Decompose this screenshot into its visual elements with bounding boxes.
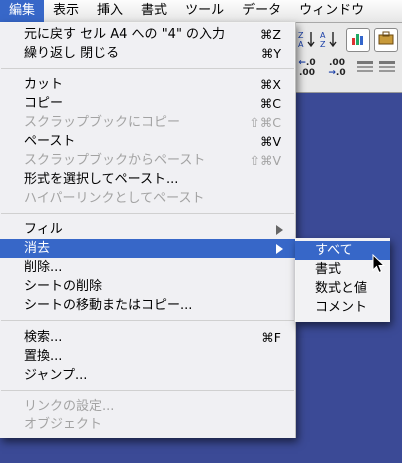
border-style-icon[interactable] [354, 58, 376, 80]
menu-item-move-copy-sheet[interactable]: シートの移動またはコピー... [0, 296, 295, 315]
menu-item-delete[interactable]: 削除... [0, 258, 295, 277]
decrease-decimal-icon[interactable]: .00 →.0 [326, 58, 348, 80]
svg-text:A: A [298, 40, 304, 49]
menu-item-links: リンクの設定... [0, 397, 295, 416]
menu-item-delete-sheet[interactable]: シートの削除 [0, 277, 295, 296]
sort-descending-icon[interactable]: ZA [296, 28, 318, 50]
menu-edit[interactable]: 編集 [0, 0, 45, 22]
toolbox-icon[interactable] [374, 28, 398, 52]
menu-item-paste-as-hyperlink: ハイパーリンクとしてペースト [0, 189, 295, 208]
menu-separator [1, 68, 294, 69]
menu-item-label: オブジェクト [24, 417, 103, 432]
increase-decimal-icon[interactable]: ←.0.00 [296, 58, 318, 80]
menu-item-label: ジャンプ... [24, 368, 88, 383]
toolbar-background: ZA AZ ←.0.00 .00 →.0 [294, 22, 402, 93]
submenu-arrow-icon [276, 244, 283, 254]
edit-menu-dropdown: 元に戻す セル A4 への "4" の入力 ⌘Z 繰り返し 閉じる ⌘Y カット… [0, 22, 296, 438]
menu-item-label: ハイパーリンクとしてペースト [24, 191, 205, 206]
menu-separator [1, 213, 294, 214]
shortcut-label: ⌘C [259, 96, 281, 111]
svg-text:Z: Z [320, 40, 326, 49]
menu-item-copy[interactable]: コピー ⌘C [0, 94, 295, 113]
menu-item-label: スクラップブックにコピー [24, 115, 181, 130]
menu-item-find[interactable]: 検索... ⌘F [0, 328, 295, 347]
menu-view[interactable]: 表示 [44, 0, 88, 22]
menu-separator [1, 390, 294, 391]
menu-window[interactable]: ウィンドウ [290, 0, 373, 22]
menu-item-label: フィル [24, 222, 63, 237]
menu-item-label: 形式を選択してペースト... [24, 172, 179, 187]
menu-item-label: 置換... [24, 349, 63, 364]
shortcut-label: ⇧⌘C [249, 115, 281, 130]
menu-item-label: シートの削除 [24, 279, 103, 294]
menu-item-copy-to-scrapbook: スクラップブックにコピー ⇧⌘C [0, 113, 295, 132]
fill-style-icon[interactable] [376, 58, 398, 80]
menu-format[interactable]: 書式 [132, 0, 176, 22]
shortcut-label: ⇧⌘V [249, 153, 281, 168]
menu-item-undo[interactable]: 元に戻す セル A4 への "4" の入力 ⌘Z [0, 25, 295, 44]
menu-item-cut[interactable]: カット ⌘X [0, 75, 295, 94]
menu-item-label: ペースト [24, 134, 76, 149]
menu-item-go-to[interactable]: ジャンプ... [0, 366, 295, 385]
shortcut-label: ⌘Y [260, 46, 281, 61]
menu-tools[interactable]: ツール [176, 0, 233, 22]
menu-item-label: 検索... [24, 330, 63, 345]
submenu-item-comments[interactable]: コメント [295, 298, 390, 317]
menu-item-fill[interactable]: フィル [0, 220, 295, 239]
menu-item-paste-from-scrapbook: スクラップブックからペースト ⇧⌘V [0, 151, 295, 170]
menu-insert[interactable]: 挿入 [88, 0, 132, 22]
submenu-item-contents[interactable]: 数式と値 [295, 279, 390, 298]
menu-item-label: スクラップブックからペースト [24, 153, 206, 168]
mouse-pointer-icon [372, 254, 386, 274]
menu-item-label: リンクの設定... [24, 399, 115, 414]
svg-text:Z: Z [298, 31, 304, 40]
menu-bar: 編集 表示 挿入 書式 ツール データ ウィンドウ [0, 0, 402, 23]
clear-submenu: すべて 書式 数式と値 コメント [295, 238, 390, 322]
sort-ascending-icon[interactable]: AZ [318, 28, 340, 50]
menu-item-label: 元に戻す セル A4 への "4" の入力 [24, 27, 226, 42]
shortcut-label: ⌘F [261, 330, 281, 345]
menu-item-label: コピー [24, 96, 64, 111]
shortcut-label: ⌘X [259, 77, 281, 92]
menu-item-label: カット [24, 77, 64, 92]
menu-item-label: シートの移動またはコピー... [24, 298, 193, 313]
menu-item-paste[interactable]: ペースト ⌘V [0, 132, 295, 151]
menu-item-replace[interactable]: 置換... [0, 347, 295, 366]
menu-item-label: 削除... [24, 260, 63, 275]
menu-item-label: 繰り返し 閉じる [24, 46, 120, 61]
shortcut-label: ⌘V [259, 134, 281, 149]
menu-item-clear[interactable]: 消去 [0, 239, 295, 258]
menu-item-repeat[interactable]: 繰り返し 閉じる ⌘Y [0, 44, 295, 63]
svg-text:A: A [320, 31, 326, 40]
submenu-arrow-icon [276, 225, 283, 235]
shortcut-label: ⌘Z [259, 27, 281, 42]
menu-item-label: 消去 [24, 241, 51, 256]
menu-separator [1, 320, 294, 321]
menu-item-object: オブジェクト [0, 415, 295, 434]
menu-data[interactable]: データ [233, 0, 290, 22]
chart-icon[interactable] [346, 28, 370, 52]
menu-item-paste-special[interactable]: 形式を選択してペースト... [0, 170, 295, 189]
